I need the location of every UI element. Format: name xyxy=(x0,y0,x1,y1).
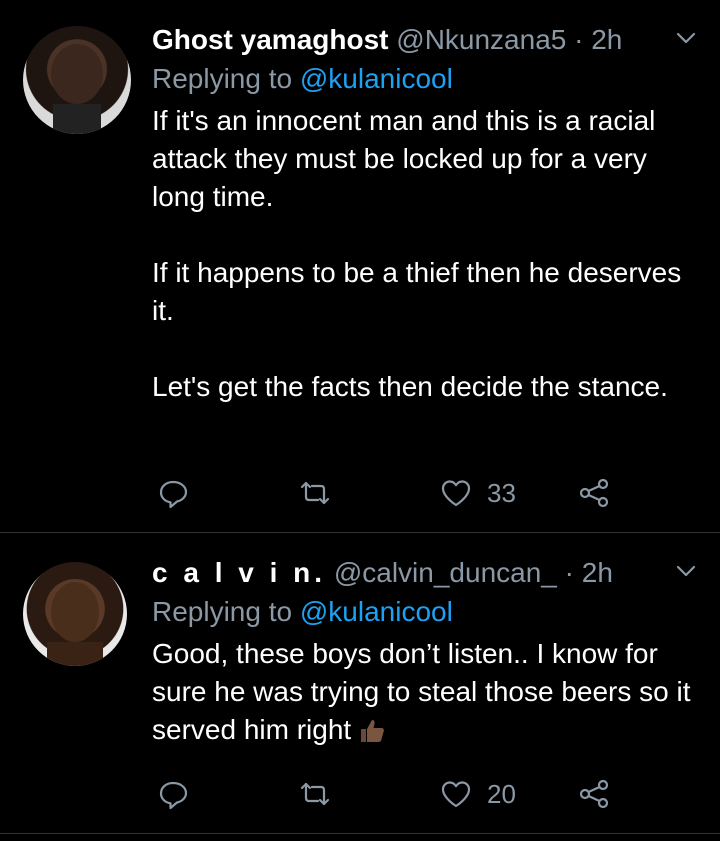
tweet-text: Good, these boys don’t listen.. I know f… xyxy=(152,635,700,749)
display-name[interactable]: Ghost yamaghost xyxy=(152,24,388,55)
avatar[interactable] xyxy=(23,562,127,666)
timestamp[interactable]: · 2h xyxy=(574,24,622,55)
reply-icon xyxy=(159,480,188,509)
tweet[interactable]: Ghost yamaghost @Nkunzana5 · 2h Replying… xyxy=(0,0,720,533)
avatar[interactable] xyxy=(23,26,131,134)
tweet-header: Ghost yamaghost @Nkunzana5 · 2h xyxy=(152,20,700,60)
replying-label: Replying to xyxy=(152,596,300,627)
tweet[interactable]: c a l v i n. @calvin_duncan_ · 2h Replyi… xyxy=(0,533,720,834)
handle[interactable]: @Nkunzana5 xyxy=(396,24,566,55)
tweet-header: c a l v i n. @calvin_duncan_ · 2h xyxy=(152,553,700,593)
tweet-paragraph: If it happens to be a thief then he dese… xyxy=(152,257,682,326)
mention-link[interactable]: @kulanicool xyxy=(300,63,453,94)
retweet-icon xyxy=(300,782,330,806)
share-button[interactable] xyxy=(577,476,611,510)
tweet-paragraph: If it's an innocent man and this is a ra… xyxy=(152,105,656,212)
reply-icon xyxy=(159,781,188,810)
share-button[interactable] xyxy=(577,777,611,811)
thumbs-up-icon xyxy=(361,720,385,742)
replying-label: Replying to xyxy=(152,63,300,94)
chevron-down-icon[interactable] xyxy=(672,24,700,52)
retweet-icon xyxy=(300,481,330,505)
reply-button[interactable] xyxy=(156,476,190,510)
tweet-paragraph-text: Good, these boys don’t listen.. I know f… xyxy=(152,638,691,745)
like-button[interactable]: 33 xyxy=(439,476,516,510)
share-icon xyxy=(579,779,609,809)
heart-icon xyxy=(441,781,471,808)
like-count: 20 xyxy=(487,778,516,809)
like-count: 33 xyxy=(487,477,516,508)
heart-icon xyxy=(441,480,471,507)
replying-to: Replying to @kulanicool xyxy=(152,60,700,98)
tweet-paragraph: Let's get the facts then decide the stan… xyxy=(152,371,668,402)
tweet-content: Ghost yamaghost @Nkunzana5 · 2h Replying… xyxy=(152,20,700,406)
share-icon xyxy=(579,478,609,508)
reply-button[interactable] xyxy=(156,777,190,811)
tweet-content: c a l v i n. @calvin_duncan_ · 2h Replyi… xyxy=(152,553,700,749)
tweet-actions: 20 xyxy=(152,774,622,814)
tweet-paragraph: Good, these boys don’t listen.. I know f… xyxy=(152,635,700,749)
like-button[interactable]: 20 xyxy=(439,777,516,811)
tweet-text: If it's an innocent man and this is a ra… xyxy=(152,102,700,406)
handle[interactable]: @calvin_duncan_ xyxy=(334,557,557,588)
display-name[interactable]: c a l v i n. xyxy=(152,557,326,588)
timestamp[interactable]: · 2h xyxy=(565,557,613,588)
replying-to: Replying to @kulanicool xyxy=(152,593,700,631)
tweet-actions: 33 xyxy=(152,473,622,513)
retweet-button[interactable] xyxy=(298,777,332,811)
chevron-down-icon[interactable] xyxy=(672,557,700,585)
retweet-button[interactable] xyxy=(298,476,332,510)
mention-link[interactable]: @kulanicool xyxy=(300,596,453,627)
